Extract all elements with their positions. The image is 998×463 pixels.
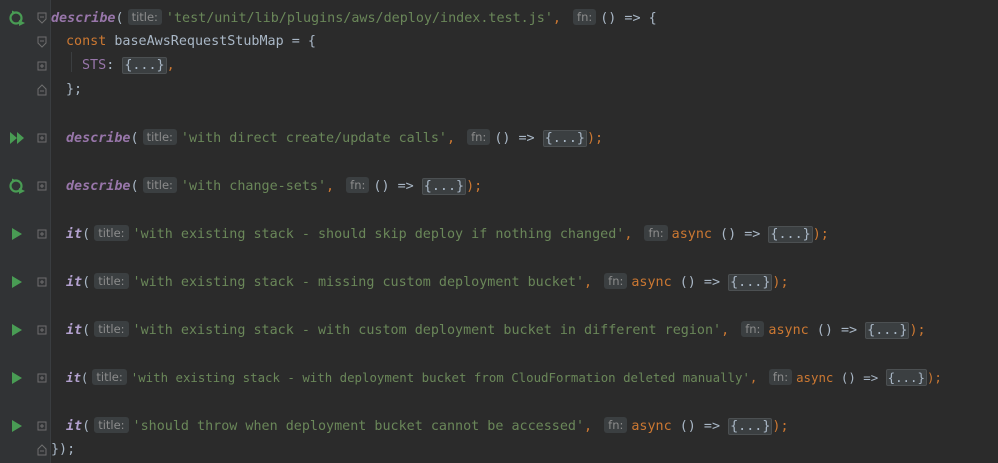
run-all-icon[interactable] <box>8 129 26 147</box>
run-icon[interactable] <box>8 369 26 387</box>
fn-param-hint: fn: <box>644 225 668 241</box>
folded-block[interactable]: {...} <box>122 57 167 74</box>
fn-param-hint: fn: <box>346 177 370 193</box>
fold-end-icon[interactable] <box>37 444 47 456</box>
run-rerun-icon[interactable] <box>8 177 26 195</box>
fold-collapsed-icon[interactable] <box>37 132 47 144</box>
fold-open-icon[interactable] <box>37 12 47 24</box>
code-line: describe(title:'test/unit/lib/plugins/aw… <box>0 6 998 30</box>
fold-collapsed-icon[interactable] <box>37 276 47 288</box>
folded-block[interactable]: {...} <box>768 226 813 243</box>
run-icon[interactable] <box>8 417 26 435</box>
fold-collapsed-icon[interactable] <box>37 60 47 72</box>
fn-param-hint: fn: <box>768 369 793 385</box>
it-call: it <box>66 275 83 290</box>
folded-block[interactable]: {...} <box>885 369 927 386</box>
it-call: it <box>66 323 83 338</box>
fold-collapsed-icon[interactable] <box>37 420 47 432</box>
describe-call: describe <box>66 131 131 146</box>
code-line: it(title:'with existing stack - missing … <box>0 270 998 294</box>
code-line: it(title:'with existing stack - with cus… <box>0 318 998 342</box>
fold-collapsed-icon[interactable] <box>37 372 47 384</box>
folded-block[interactable]: {...} <box>542 130 587 147</box>
it-call: it <box>66 227 83 242</box>
title-param-hint: title: <box>92 369 127 385</box>
code-text[interactable]: it(title:'with existing stack - should s… <box>66 225 829 244</box>
fold-end-icon[interactable] <box>37 84 47 96</box>
fn-param-hint: fn: <box>604 417 628 433</box>
fold-collapsed-icon[interactable] <box>37 324 47 336</box>
code-line: it(title:'should throw when deployment b… <box>0 414 998 438</box>
code-line: it(title:'with existing stack - with dep… <box>0 366 998 390</box>
fn-param-hint: fn: <box>573 9 597 25</box>
code-text[interactable]: it(title:'with existing stack - with dep… <box>66 369 942 387</box>
code-text[interactable]: it(title:'with existing stack - with cus… <box>66 321 926 340</box>
title-param-hint: title: <box>94 417 129 433</box>
describe-call: describe <box>66 179 131 194</box>
run-icon[interactable] <box>8 321 26 339</box>
code-text[interactable]: }); <box>51 441 75 459</box>
code-text[interactable]: describe(title:'with change-sets', fn:()… <box>66 177 482 196</box>
folded-block[interactable]: {...} <box>865 322 910 339</box>
code-line: STS: {...}, <box>0 54 998 78</box>
code-line: const baseAwsRequestStubMap = { <box>0 30 998 54</box>
fn-param-hint: fn: <box>741 321 765 337</box>
code-text[interactable]: }; <box>66 81 82 99</box>
folded-block[interactable]: {...} <box>728 274 773 291</box>
code-text[interactable]: const baseAwsRequestStubMap = { <box>66 33 316 51</box>
title-param-hint: title: <box>142 177 177 193</box>
run-icon[interactable] <box>8 225 26 243</box>
code-line: }; <box>0 78 998 102</box>
code-text[interactable]: describe(title:'test/unit/lib/plugins/aw… <box>51 9 657 28</box>
code-line: }); <box>0 438 998 462</box>
title-param-hint: title: <box>127 9 162 25</box>
fn-param-hint: fn: <box>604 273 628 289</box>
code-line: it(title:'with existing stack - should s… <box>0 222 998 246</box>
folded-block[interactable]: {...} <box>421 178 467 195</box>
code-line: describe(title:'with direct create/updat… <box>0 126 998 150</box>
string-literal: 'test/unit/lib/plugins/aws/deploy/index.… <box>165 11 553 26</box>
run-icon[interactable] <box>8 273 26 291</box>
code-text[interactable]: STS: {...}, <box>82 57 175 75</box>
code-text[interactable]: it(title:'with existing stack - missing … <box>66 273 789 292</box>
describe-call: describe <box>51 11 116 26</box>
it-call: it <box>66 370 81 385</box>
fold-collapsed-icon[interactable] <box>37 180 47 192</box>
code-line: describe(title:'with change-sets', fn:()… <box>0 174 998 198</box>
title-param-hint: title: <box>94 321 129 337</box>
title-param-hint: title: <box>94 273 129 289</box>
fold-open-icon[interactable] <box>37 36 47 48</box>
title-param-hint: title: <box>142 129 177 145</box>
run-rerun-icon[interactable] <box>8 9 26 27</box>
fold-collapsed-icon[interactable] <box>37 228 47 240</box>
fn-param-hint: fn: <box>467 129 491 145</box>
folded-block[interactable]: {...} <box>728 418 773 435</box>
code-text[interactable]: describe(title:'with direct create/updat… <box>66 129 603 148</box>
code-text[interactable]: it(title:'should throw when deployment b… <box>66 417 789 436</box>
it-call: it <box>66 419 83 434</box>
title-param-hint: title: <box>94 225 129 241</box>
